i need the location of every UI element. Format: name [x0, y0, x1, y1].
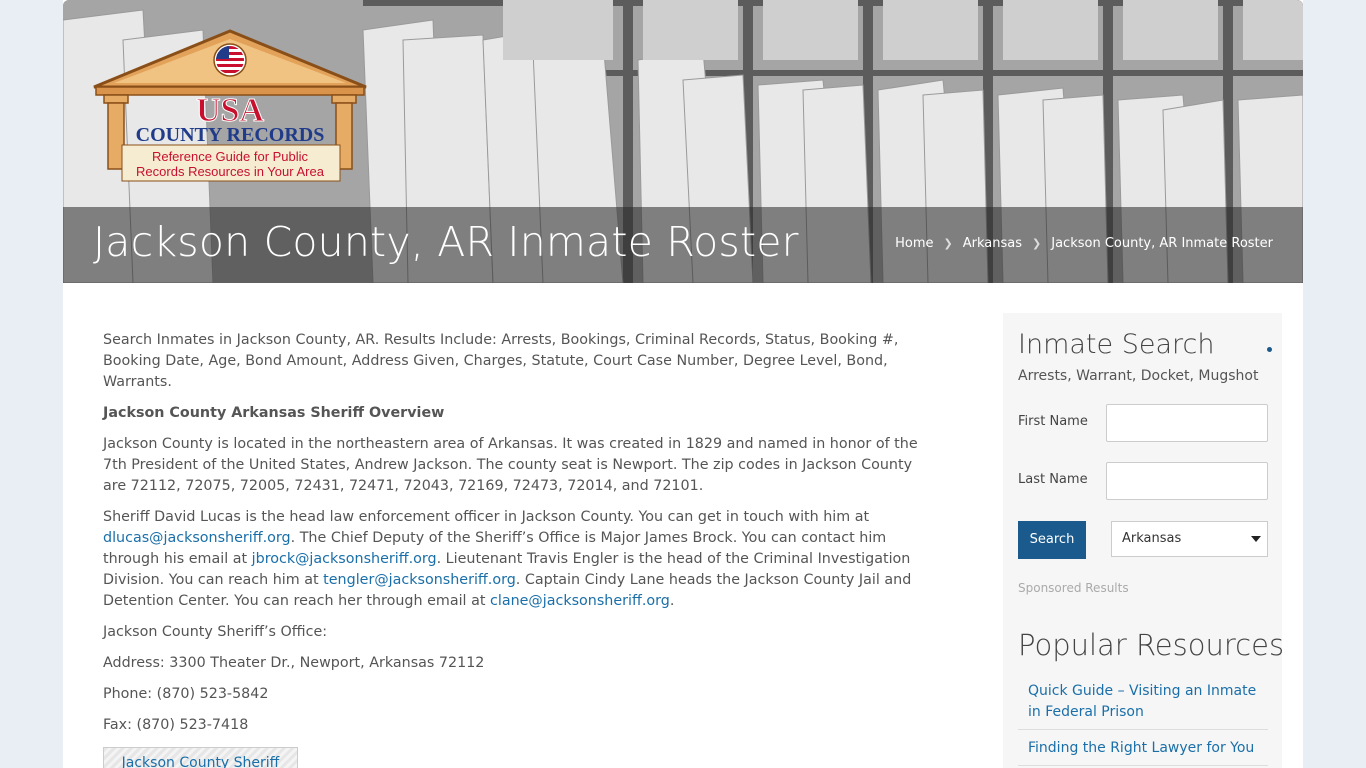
state-select[interactable]: Arkansas	[1111, 521, 1268, 557]
office-phone: Phone: (870) 523-5842	[103, 686, 269, 702]
office-label: Jackson County Sheriff’s Office:	[103, 624, 328, 640]
page-container: USA COUNTY RECORDS Reference Guide for P…	[63, 0, 1303, 768]
breadcrumb: Home ❯ Arkansas ❯ Jackson County, AR Inm…	[895, 236, 1273, 251]
resource-link-finding-lawyer[interactable]: Finding the Right Lawyer for You	[1018, 730, 1268, 766]
intro-paragraph: Search Inmates in Jackson County, AR. Re…	[103, 332, 899, 390]
first-name-label: First Name	[1018, 414, 1088, 429]
chevron-right-icon: ❯	[1032, 237, 1042, 250]
caret-down-icon	[1251, 536, 1261, 542]
search-button[interactable]: Search	[1018, 521, 1086, 559]
breadcrumb-home[interactable]: Home	[895, 236, 933, 251]
sidebar: Inmate Search Arrests, Warrant, Docket, …	[1003, 313, 1285, 768]
resource-link-visiting-inmate[interactable]: Quick Guide – Visiting an Inmate in Fede…	[1018, 679, 1268, 730]
inmate-search-title: Inmate Search	[1018, 329, 1215, 360]
state-select-value: Arkansas	[1122, 531, 1182, 546]
last-name-input[interactable]	[1106, 462, 1268, 500]
hero-banner: USA COUNTY RECORDS Reference Guide for P…	[63, 0, 1303, 283]
email-link-clane[interactable]: clane@jacksonsheriff.org	[490, 593, 670, 609]
overview-heading: Jackson County Arkansas Sheriff Overview	[103, 405, 445, 421]
main-content: Search Inmates in Jackson County, AR. Re…	[103, 330, 918, 768]
sheriff-contacts-paragraph: Sheriff David Lucas is the head law enfo…	[103, 507, 918, 612]
office-address: Address: 3300 Theater Dr., Newport, Arka…	[103, 655, 485, 671]
first-name-input[interactable]	[1106, 404, 1268, 442]
breadcrumb-arkansas[interactable]: Arkansas	[963, 236, 1022, 251]
dot-icon	[1267, 347, 1272, 352]
sponsored-results-label: Sponsored Results	[1018, 581, 1129, 595]
page-title: Jackson County, AR Inmate Roster	[93, 218, 799, 266]
usa-county-records-logo[interactable]: USA COUNTY RECORDS Reference Guide for P…	[92, 29, 368, 185]
last-name-label: Last Name	[1018, 472, 1088, 487]
logo-tagline-1: Reference Guide for Public	[152, 149, 309, 164]
popular-resources-title: Popular Resources	[1018, 628, 1285, 662]
email-link-dlucas[interactable]: dlucas@jacksonsheriff.org	[103, 530, 291, 546]
chevron-right-icon: ❯	[943, 237, 953, 250]
email-link-jbrock[interactable]: jbrock@jacksonsheriff.org	[252, 551, 437, 567]
jackson-county-sheriff-button[interactable]: Jackson County Sheriff	[103, 747, 298, 768]
popular-resources-list: Quick Guide – Visiting an Inmate in Fede…	[1018, 679, 1268, 766]
overview-paragraph: Jackson County is located in the northea…	[103, 436, 918, 494]
breadcrumb-current: Jackson County, AR Inmate Roster	[1051, 236, 1273, 251]
email-link-tengler[interactable]: tengler@jacksonsheriff.org	[323, 572, 516, 588]
sheriff-text-1: Sheriff David Lucas is the head law enfo…	[103, 509, 870, 525]
logo-tagline-2: Records Resources in Your Area	[136, 164, 325, 179]
logo-county-records-text: COUNTY RECORDS	[136, 124, 325, 146]
sheriff-text-5: .	[669, 593, 675, 609]
inmate-search-subtitle: Arrests, Warrant, Docket, Mugshot	[1018, 368, 1259, 384]
office-fax: Fax: (870) 523-7418	[103, 717, 249, 733]
